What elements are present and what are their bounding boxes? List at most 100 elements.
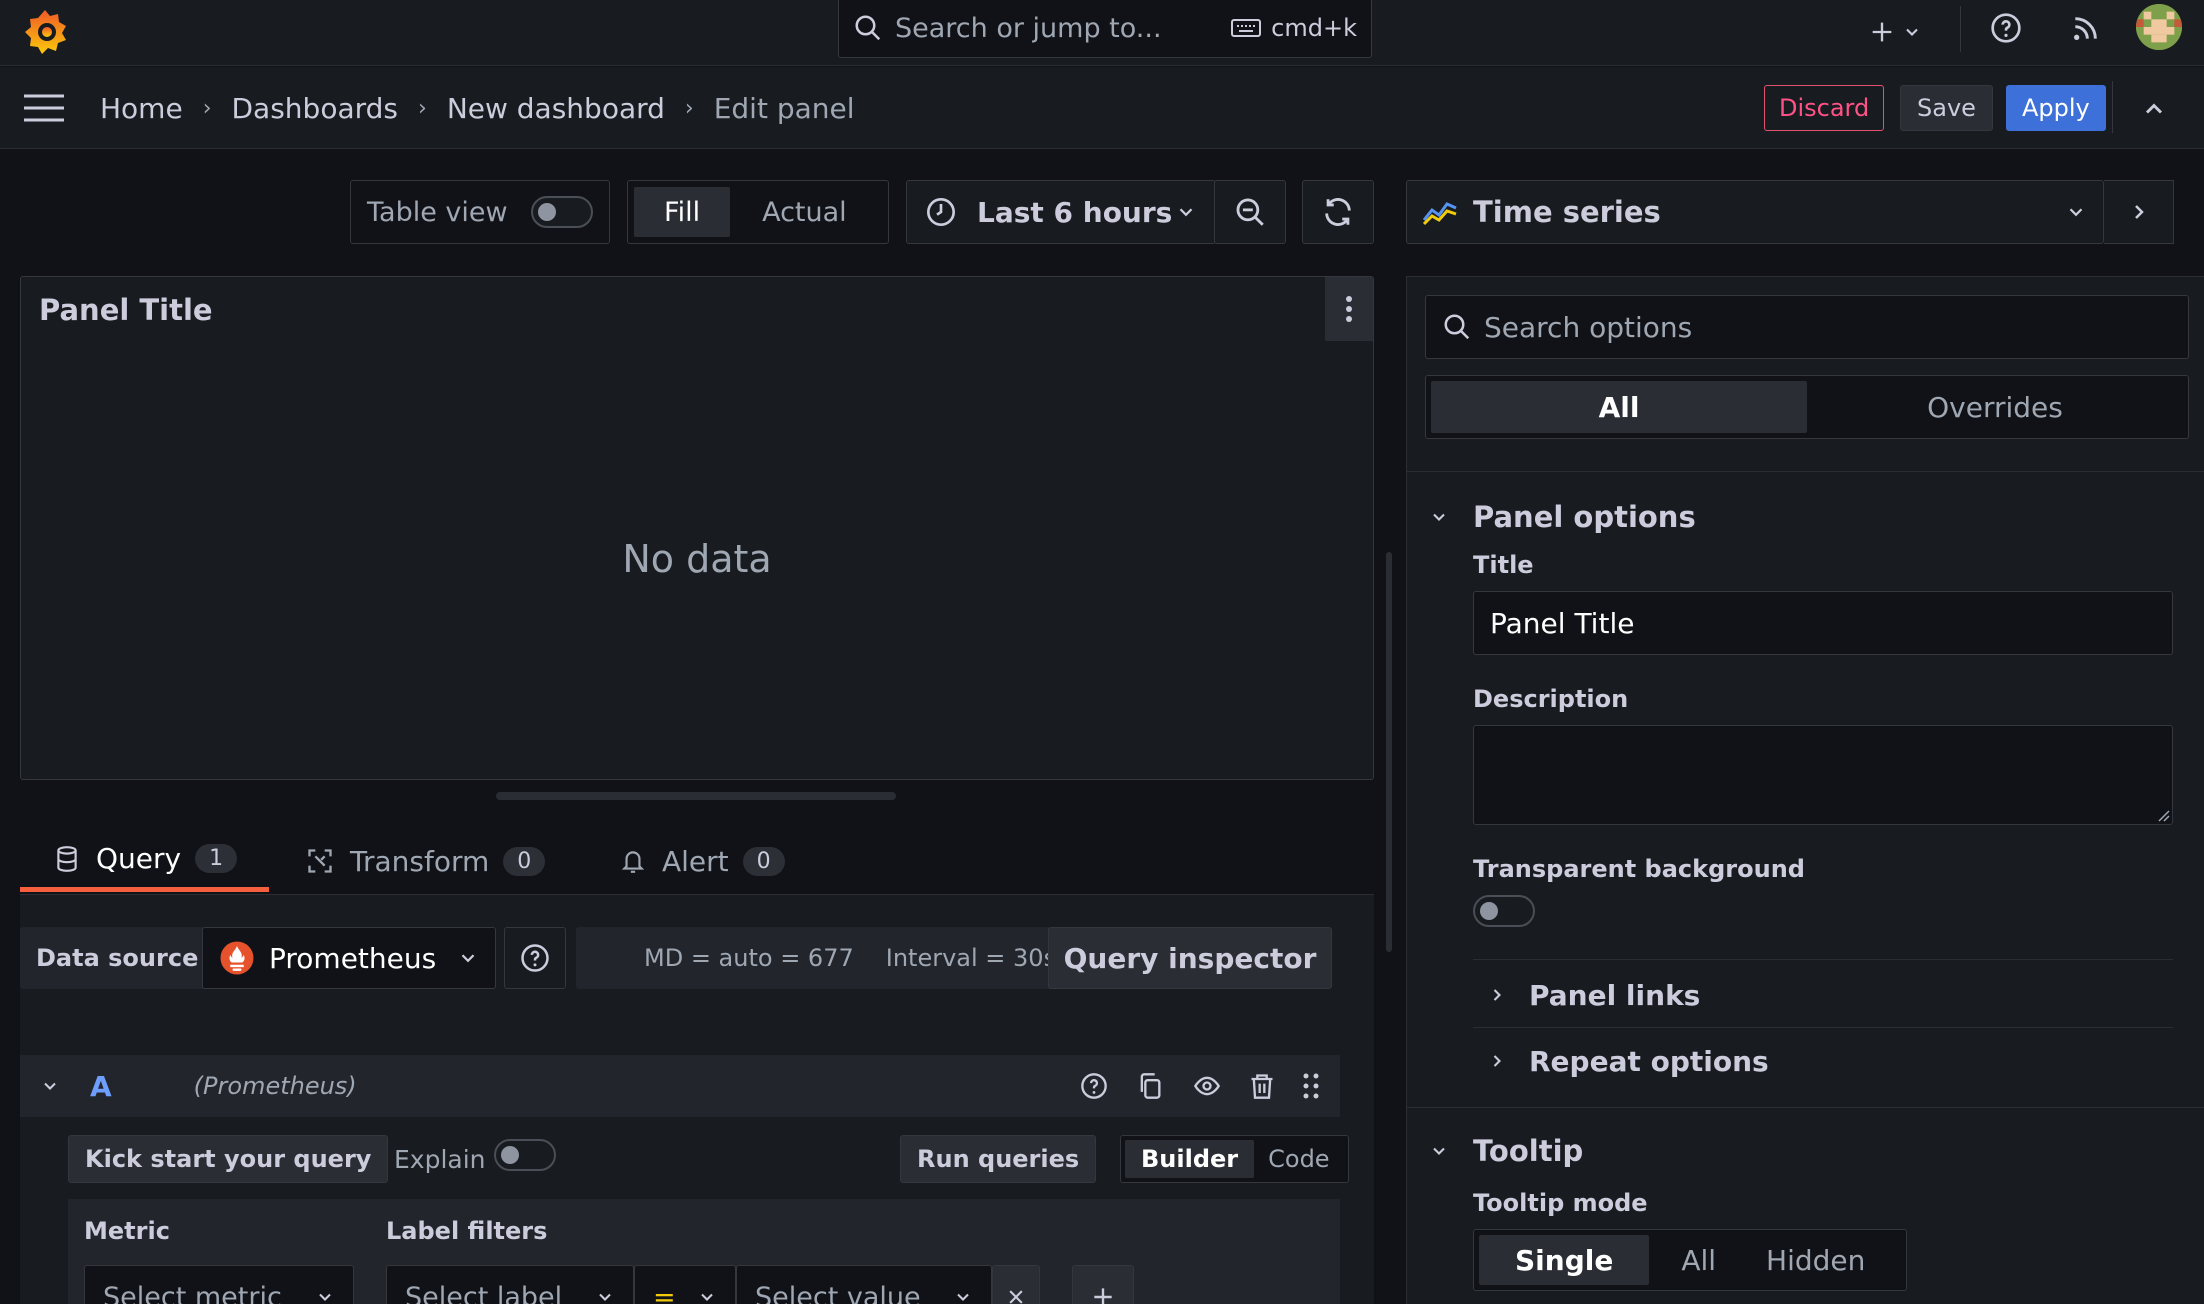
panel-preview: Panel Title No data bbox=[20, 276, 1374, 780]
query-datasource-name: (Prometheus) bbox=[193, 1072, 357, 1100]
query-inspector-button[interactable]: Query inspector bbox=[1048, 927, 1332, 989]
chevron-down-icon bbox=[461, 954, 475, 963]
title-input[interactable]: Panel Title bbox=[1473, 591, 2173, 655]
tab-transform[interactable]: Transform 0 bbox=[306, 830, 546, 892]
panel-title[interactable]: Panel Title bbox=[39, 293, 213, 327]
tooltip-mode-all[interactable]: All bbox=[1649, 1235, 1748, 1285]
chevron-down-icon bbox=[2069, 208, 2083, 217]
chevron-down-icon bbox=[599, 1293, 611, 1301]
label-select[interactable]: Select label bbox=[386, 1265, 634, 1304]
menu-icon[interactable] bbox=[24, 93, 64, 123]
collapse-chevron-down-icon[interactable] bbox=[40, 1076, 60, 1096]
eye-icon[interactable] bbox=[1192, 1072, 1222, 1100]
builder-mode-option[interactable]: Builder bbox=[1125, 1140, 1255, 1178]
no-data-message: No data bbox=[622, 537, 772, 581]
data-source-value: Prometheus bbox=[269, 941, 437, 975]
chevron-right-icon bbox=[2134, 205, 2144, 219]
panel-links-section-header[interactable]: Panel links bbox=[1487, 967, 1700, 1023]
chevron-down-icon bbox=[1179, 208, 1193, 217]
explain-switch[interactable] bbox=[494, 1139, 556, 1171]
all-options-label: All bbox=[1598, 390, 1640, 424]
news-rss-icon[interactable] bbox=[2070, 12, 2102, 44]
code-mode-option[interactable]: Code bbox=[1254, 1140, 1343, 1178]
refresh-button[interactable] bbox=[1302, 180, 1374, 244]
drag-handle-icon[interactable] bbox=[1302, 1072, 1320, 1100]
tab-query[interactable]: Query 1 bbox=[20, 830, 270, 892]
tooltip-mode-single[interactable]: Single bbox=[1479, 1235, 1650, 1285]
tab-alert-label: Alert bbox=[662, 844, 729, 878]
value-select[interactable]: Select value bbox=[736, 1265, 992, 1304]
new-menu-button[interactable] bbox=[1868, 12, 1922, 52]
time-range-label: Last 6 hours bbox=[977, 195, 1173, 229]
builder-label: Builder bbox=[1141, 1145, 1239, 1173]
help-icon[interactable] bbox=[1990, 12, 2022, 44]
remove-filter-button[interactable] bbox=[992, 1265, 1040, 1304]
tooltip-section-header[interactable]: Tooltip bbox=[1429, 1123, 1583, 1179]
bell-icon bbox=[621, 851, 645, 873]
time-range-picker[interactable]: Last 6 hours bbox=[906, 180, 1216, 244]
panel-options-section-header[interactable]: Panel options bbox=[1429, 487, 1696, 547]
tooltip-mode-label: Tooltip mode bbox=[1473, 1189, 1648, 1217]
query-ref-id[interactable]: A bbox=[90, 1070, 112, 1103]
table-view-toggle[interactable]: Table view bbox=[350, 180, 610, 244]
tab-query-label: Query bbox=[96, 842, 182, 875]
chevron-right-icon bbox=[1493, 989, 1501, 1001]
metric-select[interactable]: Select metric bbox=[84, 1265, 354, 1304]
duplicate-icon[interactable] bbox=[1136, 1072, 1164, 1100]
description-field-label: Description bbox=[1473, 685, 1629, 713]
tab-alert[interactable]: Alert 0 bbox=[620, 830, 785, 892]
refresh-icon bbox=[1325, 198, 1351, 226]
collapse-chevron-up-icon[interactable] bbox=[2140, 95, 2168, 123]
metric-placeholder: Select metric bbox=[103, 1281, 282, 1304]
repeat-options-title: Repeat options bbox=[1529, 1044, 1769, 1078]
tooltip-mode-hidden[interactable]: Hidden bbox=[1748, 1235, 1901, 1285]
data-source-picker[interactable]: Prometheus bbox=[202, 927, 496, 989]
panel-resize-handle[interactable] bbox=[496, 792, 896, 800]
save-button[interactable]: Save bbox=[1900, 85, 1993, 131]
kick-start-button[interactable]: Kick start your query bbox=[68, 1135, 389, 1183]
description-textarea[interactable] bbox=[1473, 725, 2173, 825]
options-search-input[interactable]: Search options bbox=[1425, 295, 2189, 359]
zoom-out-button[interactable] bbox=[1214, 180, 1286, 244]
grafana-logo-icon[interactable] bbox=[20, 4, 70, 58]
breadcrumb-home[interactable]: Home bbox=[100, 92, 183, 125]
trash-icon[interactable] bbox=[1248, 1072, 1276, 1100]
query-editor: Data source Prometheus MD = auto = 677 I… bbox=[20, 895, 1374, 1304]
data-source-label: Data source bbox=[20, 927, 215, 989]
add-filter-button[interactable] bbox=[1072, 1265, 1134, 1304]
more-vertical-icon bbox=[1346, 296, 1352, 322]
visualization-picker[interactable]: Time series bbox=[1406, 180, 2104, 244]
toggle-options-pane-button[interactable] bbox=[2104, 180, 2174, 244]
all-options-tab[interactable]: All bbox=[1431, 381, 1807, 433]
discard-button[interactable]: Discard bbox=[1764, 85, 1885, 131]
actual-option[interactable]: Actual bbox=[730, 187, 879, 237]
table-view-switch[interactable] bbox=[531, 196, 593, 228]
shortcut-hint: cmd+k bbox=[1271, 14, 1357, 42]
tab-transform-label: Transform bbox=[350, 844, 490, 878]
apply-button[interactable]: Apply bbox=[2006, 85, 2106, 131]
chevron-right-icon bbox=[1493, 1055, 1501, 1067]
search-bar[interactable]: Search or jump to... cmd+k bbox=[838, 0, 1372, 58]
query-interval: Interval = 30s bbox=[885, 944, 1054, 972]
help-icon[interactable] bbox=[1080, 1072, 1108, 1100]
user-avatar[interactable] bbox=[2136, 4, 2182, 50]
repeat-options-section-header[interactable]: Repeat options bbox=[1487, 1033, 1769, 1089]
breadcrumb-new-dashboard[interactable]: New dashboard bbox=[447, 92, 665, 125]
query-options-toggle[interactable]: MD = auto = 677 Interval = 30s bbox=[576, 927, 1054, 989]
operator-select[interactable]: = bbox=[634, 1265, 736, 1304]
breadcrumb-dashboards[interactable]: Dashboards bbox=[232, 92, 399, 125]
panel-menu-button[interactable] bbox=[1325, 277, 1373, 341]
title-input-value: Panel Title bbox=[1490, 606, 1635, 640]
fill-option[interactable]: Fill bbox=[634, 187, 731, 237]
close-icon bbox=[1009, 1290, 1023, 1304]
options-search-placeholder: Search options bbox=[1484, 310, 1693, 344]
vertical-splitter[interactable] bbox=[1386, 552, 1392, 952]
data-source-help-button[interactable] bbox=[504, 927, 566, 989]
overrides-tab[interactable]: Overrides bbox=[1807, 381, 2183, 433]
run-queries-button[interactable]: Run queries bbox=[900, 1135, 1097, 1183]
label-placeholder: Select label bbox=[405, 1281, 563, 1304]
max-data-points: MD = auto = 677 bbox=[644, 944, 854, 972]
search-icon bbox=[1444, 314, 1470, 340]
zoom-out-icon bbox=[1236, 198, 1264, 226]
transparent-background-switch[interactable] bbox=[1473, 895, 1535, 927]
